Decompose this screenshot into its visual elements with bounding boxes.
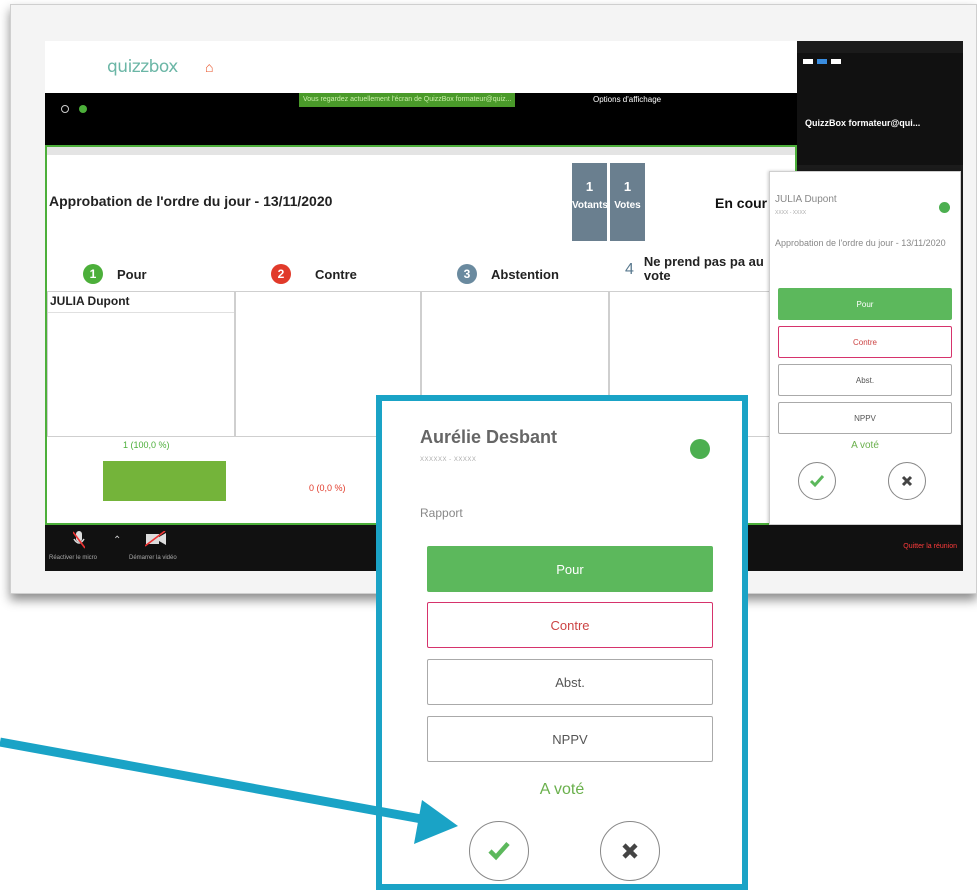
participant-name: QuizzBox formateur@qui... [805,118,921,128]
quit-meeting-button[interactable]: Quitter la réunion [903,543,957,550]
result-contre-label: 0 (0,0 %) [309,483,346,493]
option-abstention: 3 Abstention [457,262,559,286]
option-label: Pour [117,266,147,282]
result-pour-bar [103,461,226,501]
window-titlebar [47,147,795,155]
pour-button[interactable]: Pour [427,546,713,592]
video-label: Démarrer la vidéo [129,555,177,561]
votes-stat: 1 Votes [610,163,645,241]
option-number: 4 [625,261,634,278]
contre-button[interactable]: Contre [427,602,713,648]
voter-panel-small: JULIA Dupont XXXX - XXXX Approbation de … [769,171,961,525]
quizzbox-header: quizzbox ⌂ [45,41,797,93]
vote-subject: Rapport [420,506,463,520]
column-pour: JULIA Dupont [47,291,235,437]
votes-count: 1 [623,179,632,194]
caret-up-icon[interactable]: ⌃ [113,535,121,546]
zoom-status-icons [61,105,87,113]
voter-subtitle: XXXX - XXXX [775,210,807,216]
divider [48,312,234,313]
check-icon [488,842,510,861]
vote-title: Approbation de l'ordre du jour - 13/11/2… [49,193,333,209]
voter-name: JULIA Dupont [775,194,837,205]
option-number: 1 [83,264,103,284]
option-number: 2 [271,264,291,284]
voted-status: A voté [851,440,879,451]
minimize-icon[interactable] [803,59,813,64]
cancel-button[interactable] [888,462,926,500]
voter-name: Aurélie Desbant [420,427,558,447]
voter-name: JULIA Dupont [50,294,130,308]
option-nppv: 4 Ne prend pas pa au vote [625,255,774,283]
option-label: Contre [315,266,357,282]
votants-label: Votants [572,200,608,211]
status-dot [690,439,710,459]
muted-mic-icon[interactable] [73,531,85,549]
option-label: Ne prend pas pa au vote [643,254,764,283]
result-pour-label: 1 (100,0 %) [123,440,170,450]
option-number: 3 [457,264,477,284]
confirm-button[interactable] [469,821,529,881]
security-shield-icon[interactable] [79,105,87,113]
mic-label: Réactiver le micro [49,555,98,561]
display-options-button[interactable]: Options d'affichage [593,93,661,107]
stopped-video-icon[interactable] [145,531,167,547]
tile-window-controls [803,59,841,64]
zoom-top-bar: Vous regardez actuellement l'écran de Qu… [45,93,797,145]
votes-label: Votes [614,200,641,211]
vote-status: En cour [715,195,768,211]
slide-stage: quizzbox ⌂ Vous regardez actuellement l'… [0,0,977,890]
cancel-button[interactable] [600,821,660,881]
zoomed-voter-panel: Aurélie Desbant XXXXXX - XXXXX Rapport P… [376,395,748,890]
screen-share-banner: Vous regardez actuellement l'écran de Qu… [299,93,516,107]
votants-count: 1 [585,179,594,194]
pour-button[interactable]: Pour [778,288,952,320]
abstention-button[interactable]: Abst. [778,364,952,396]
quizzbox-logo[interactable]: quizzbox [107,57,178,77]
check-icon [809,475,825,488]
status-dot [939,202,950,213]
option-contre: 2 Contre [271,262,357,286]
participant-video-tile[interactable]: QuizzBox formateur@qui... [797,53,963,165]
votants-stat: 1 Votants [572,163,608,241]
abstention-button[interactable]: Abst. [427,659,713,705]
option-label: Abstention [491,266,559,282]
home-icon[interactable]: ⌂ [205,59,213,75]
cross-icon [901,475,913,487]
contre-button[interactable]: Contre [778,326,952,358]
nppv-button[interactable]: NPPV [778,402,952,434]
option-pour: 1 Pour [83,262,147,286]
voted-status: A voté [539,781,585,798]
cross-icon [622,843,638,859]
restore-icon[interactable] [817,59,827,64]
info-icon[interactable] [61,105,69,113]
confirm-button[interactable] [798,462,836,500]
nppv-button[interactable]: NPPV [427,716,713,762]
maximize-icon[interactable] [831,59,841,64]
voter-subtitle: XXXXXX - XXXXX [420,457,477,463]
vote-subject: Approbation de l'ordre du jour - 13/11/2… [775,238,946,248]
